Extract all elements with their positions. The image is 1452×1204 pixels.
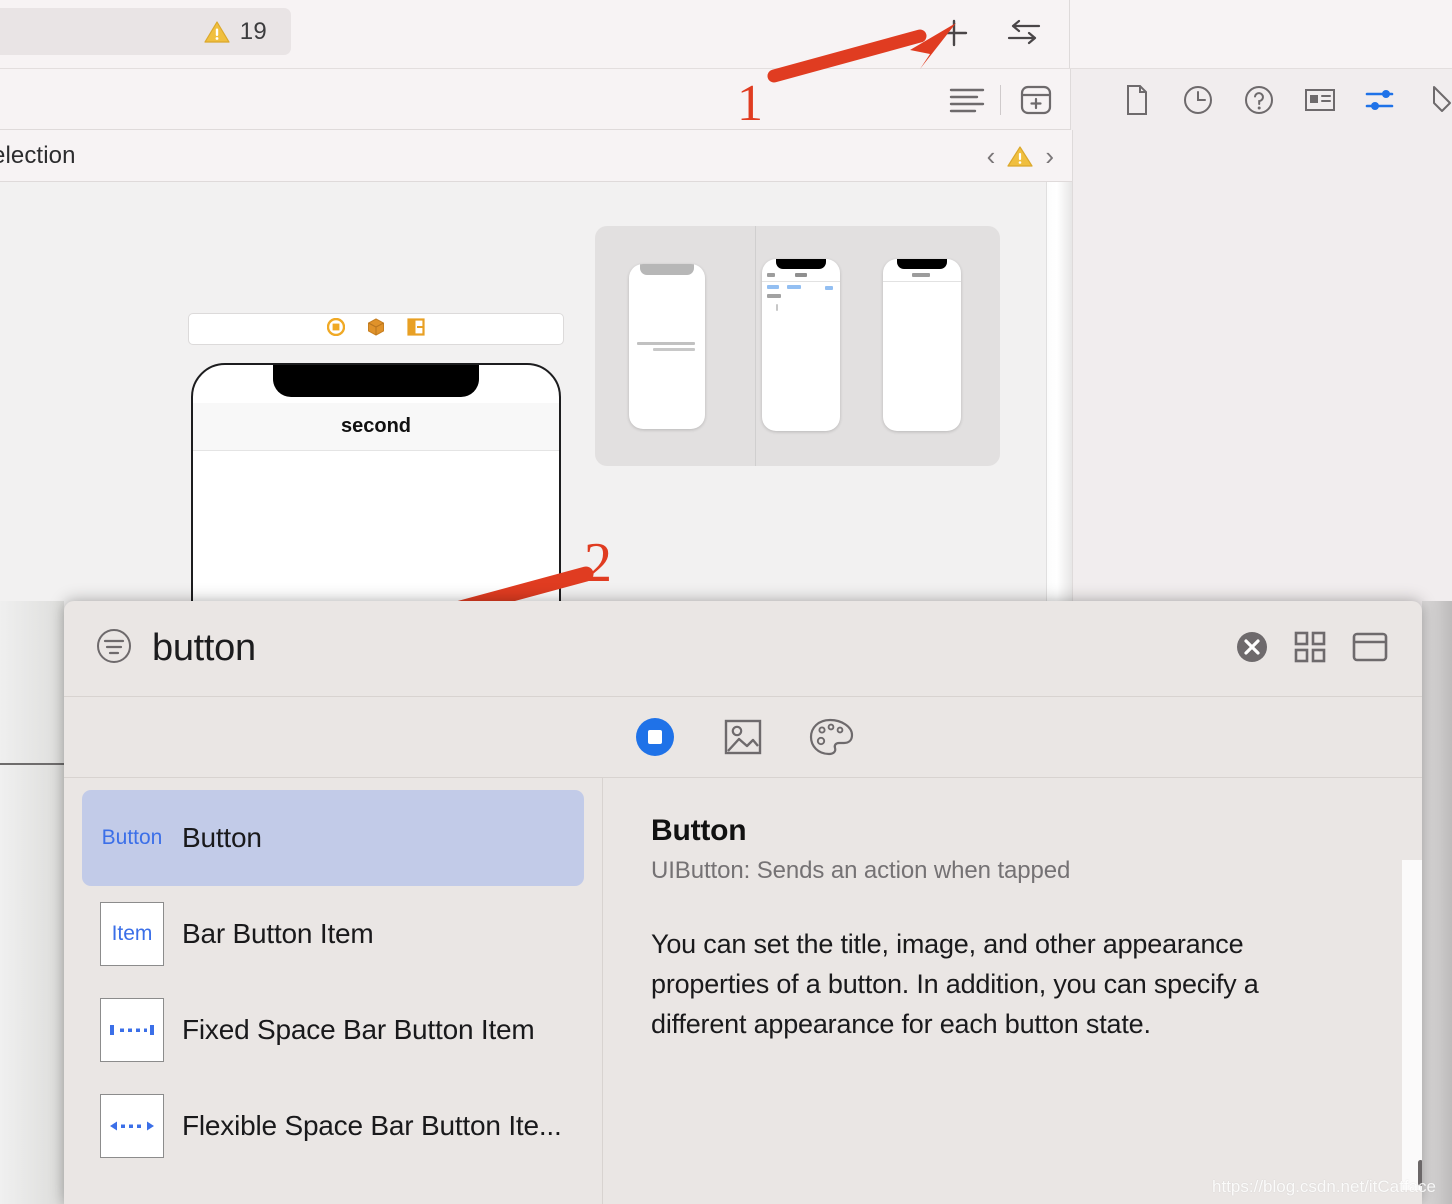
library-detail-pane: Button UIButton: Sends an action when ta…: [603, 778, 1422, 1204]
preview-blur-text: [767, 294, 781, 298]
preview-blur-text: [776, 304, 778, 311]
breadcrumb-nav: ‹ ›: [987, 130, 1054, 182]
preview-divider: [755, 226, 756, 466]
fixed-space-thumbnail-icon: [100, 998, 164, 1062]
library-search-field[interactable]: [152, 627, 672, 670]
library-tab-bar: [64, 697, 1422, 778]
embed-in-icon[interactable]: [1018, 83, 1054, 122]
preview-notch: [640, 264, 694, 275]
chevron-left-icon[interactable]: ‹: [987, 143, 996, 169]
align-lines-icon[interactable]: [947, 83, 987, 122]
device-preview-3[interactable]: [883, 259, 961, 431]
list-item[interactable]: Fixed Space Bar Button Item: [82, 982, 584, 1078]
activity-status-pill[interactable]: 19: [0, 8, 291, 55]
bar-button-item-thumbnail-icon: Item: [100, 902, 164, 966]
left-edge-background-bottom: [0, 765, 64, 1204]
flexible-space-thumbnail-icon: [100, 1094, 164, 1158]
close-circle-icon[interactable]: [1234, 629, 1270, 670]
history-inspector-tab[interactable]: [1181, 83, 1215, 117]
library-item-list[interactable]: Button Button Item Bar Button Item Fixed…: [64, 778, 603, 1204]
list-item-label: Button: [182, 822, 262, 853]
iphone-canvas-mock[interactable]: second: [191, 363, 561, 621]
annotation-label-2: 2: [584, 532, 612, 594]
size-inspector-tab[interactable]: [1425, 83, 1452, 117]
objects-library-tab[interactable]: [632, 714, 678, 760]
chevron-right-icon[interactable]: ›: [1045, 143, 1054, 169]
first-responder-cube-icon[interactable]: [367, 317, 385, 341]
device-preview-1[interactable]: [629, 264, 705, 429]
phone-navigation-bar: second: [193, 403, 559, 451]
preview-blur-text: [653, 348, 695, 351]
preview-navline: [883, 281, 961, 282]
detail-scrollbar[interactable]: [1402, 860, 1422, 1190]
preview-blur-text: [637, 342, 695, 345]
preview-blur-text: [767, 285, 779, 289]
detail-description: You can set the title, image, and other …: [651, 929, 1259, 1039]
list-item[interactable]: Button Button: [82, 790, 584, 886]
left-edge-background-top: [0, 601, 64, 763]
view-controller-icon[interactable]: [326, 317, 346, 341]
right-edge-background: [1422, 601, 1452, 1204]
device-preview-2[interactable]: [762, 259, 840, 431]
identity-inspector-tab[interactable]: [1303, 83, 1337, 117]
warning-triangle-icon: [204, 20, 230, 44]
top-toolbar: 19: [0, 0, 1452, 68]
swap-arrows-icon[interactable]: [1003, 14, 1045, 52]
breadcrumb[interactable]: election ‹ ›: [0, 130, 1072, 182]
grid-view-icon[interactable]: [1292, 629, 1328, 670]
inspector-tab-list: [1120, 69, 1452, 131]
preview-blur-text: [912, 273, 930, 277]
preview-notch: [776, 259, 826, 269]
quick-help-inspector-tab[interactable]: [1242, 83, 1276, 117]
filter-lines-icon[interactable]: [93, 625, 135, 672]
options-divider: [1000, 85, 1001, 115]
list-item-label: Bar Button Item: [182, 918, 374, 949]
breadcrumb-label: election: [0, 141, 76, 169]
app-window: 19 election ‹ › second 1 2 button Button…: [0, 0, 1452, 1204]
phone-notch: [273, 365, 479, 397]
file-inspector-tab[interactable]: [1120, 83, 1154, 117]
list-item-label: Flexible Space Bar Button Ite...: [182, 1110, 562, 1141]
exit-segue-icon[interactable]: [407, 317, 425, 341]
color-library-tab[interactable]: [808, 714, 854, 760]
preview-navline: [762, 281, 840, 282]
preview-blur-text: [795, 273, 807, 277]
add-button[interactable]: [935, 14, 973, 52]
preview-blur-text: [767, 273, 775, 277]
watermark: https://blog.csdn.net/itCatface: [1212, 1177, 1436, 1196]
library-panel[interactable]: Button Button Item Bar Button Item: [64, 601, 1422, 1204]
detail-title: Button: [651, 814, 747, 847]
editor-options-bar: [0, 68, 1452, 131]
list-item-label: Fixed Space Bar Button Item: [182, 1014, 535, 1045]
list-item[interactable]: Item Bar Button Item: [82, 886, 584, 982]
warning-count: 19: [239, 17, 267, 45]
detail-subtitle: UIButton: Sends an action when tapped: [651, 857, 1071, 884]
thumbnail-label: Item: [111, 922, 153, 945]
toolbar-divider: [1069, 0, 1070, 68]
button-thumbnail-icon: Button: [100, 806, 164, 870]
thumbnail-label: Button: [101, 826, 163, 849]
warning-triangle-icon[interactable]: [1007, 145, 1033, 168]
device-preview-group[interactable]: [595, 226, 1000, 466]
preview-blur-text: [787, 285, 801, 289]
preview-blur-text: [825, 286, 833, 290]
library-search-bar: [64, 601, 1422, 697]
detail-view-icon[interactable]: [1350, 629, 1390, 670]
list-item[interactable]: Flexible Space Bar Button Ite...: [82, 1078, 584, 1174]
media-library-tab[interactable]: [720, 714, 766, 760]
attributes-inspector-tab[interactable]: [1364, 83, 1398, 117]
phone-title: second: [340, 415, 412, 437]
library-actions: [1234, 601, 1390, 697]
annotation-label-1: 1: [737, 75, 763, 132]
library-content: Button Button Item Bar Button Item Fixed…: [64, 778, 1422, 1204]
preview-notch: [897, 259, 947, 269]
scene-dock[interactable]: [188, 313, 564, 345]
